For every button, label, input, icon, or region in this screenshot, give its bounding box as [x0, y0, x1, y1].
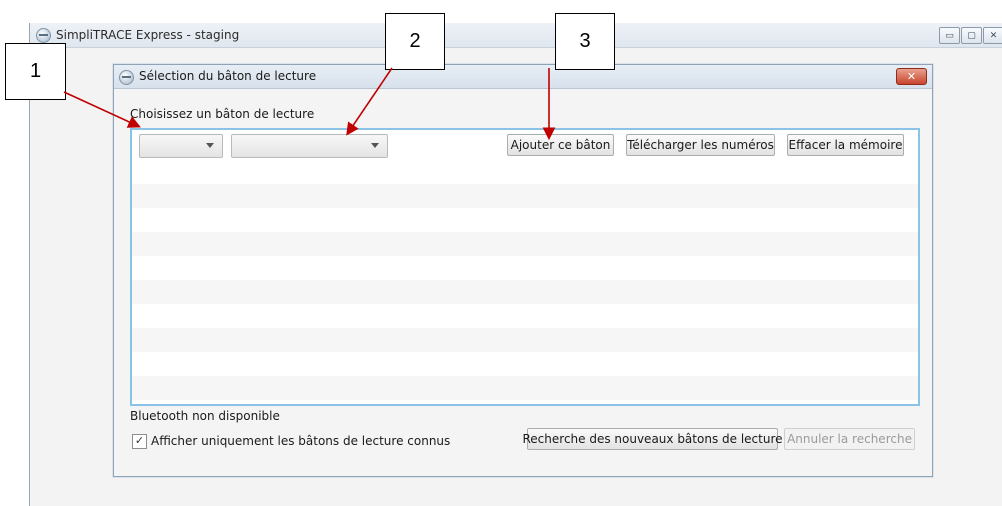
- annotation-arrows: [63, 67, 556, 141]
- annotation-1-arrow: [63, 91, 141, 128]
- annotation-2-arrow: [346, 67, 393, 136]
